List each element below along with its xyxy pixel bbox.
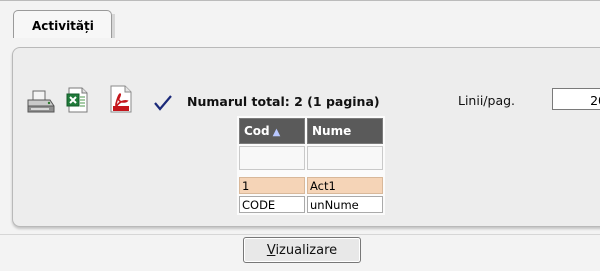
- panel-divider: [0, 234, 600, 235]
- lines-per-page-input[interactable]: [552, 88, 600, 110]
- pdf-export-icon[interactable]: [107, 84, 135, 114]
- table-row[interactable]: 1 Act1: [239, 177, 383, 194]
- filter-cell-nume[interactable]: [307, 146, 383, 170]
- column-header-label: Cod: [244, 124, 270, 138]
- top-divider: [0, 0, 600, 1]
- tab-shadow: [112, 14, 115, 38]
- sort-ascending-icon: ▲: [272, 127, 281, 138]
- total-count-label: Numarul total: 2 (1 pagina): [187, 94, 380, 109]
- column-header-label: Nume: [312, 124, 352, 138]
- printer-icon[interactable]: [25, 89, 55, 117]
- checkmark-icon[interactable]: [153, 94, 173, 112]
- cell-cod[interactable]: CODE: [239, 196, 305, 213]
- tab-activitati[interactable]: Activități: [13, 10, 112, 38]
- results-table: Cod ▲ Nume 1 Act1 CODE unNume: [237, 116, 385, 215]
- cell-cod[interactable]: 1: [239, 177, 305, 194]
- lines-per-page-label: Linii/pag.: [458, 93, 516, 108]
- filter-cell-cod[interactable]: [239, 146, 305, 170]
- cell-nume[interactable]: Act1: [307, 177, 383, 194]
- cell-nume[interactable]: unNume: [307, 196, 383, 213]
- excel-export-icon[interactable]: [66, 86, 90, 114]
- table-header-row: Cod ▲ Nume: [239, 118, 383, 144]
- column-header-cod[interactable]: Cod ▲: [239, 118, 305, 144]
- view-button-label: izualizare: [275, 242, 338, 258]
- filter-row: [239, 146, 383, 170]
- table-row[interactable]: CODE unNume: [239, 196, 383, 213]
- column-header-nume[interactable]: Nume: [307, 118, 383, 144]
- tab-label: Activități: [32, 19, 94, 33]
- row-spacer: [239, 172, 383, 175]
- view-button[interactable]: Vizualizare: [243, 237, 361, 263]
